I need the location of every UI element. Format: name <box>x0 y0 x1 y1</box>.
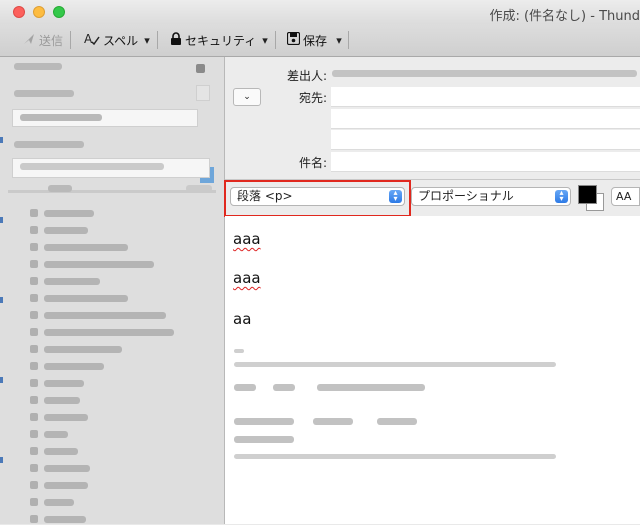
text-color-button[interactable] <box>578 185 597 204</box>
from-label: 差出人: <box>286 69 327 83</box>
subject-input[interactable] <box>331 152 640 172</box>
signature-text <box>234 418 294 425</box>
sidebar-heading <box>14 63 62 70</box>
security-button[interactable]: セキュリティ <box>170 30 256 50</box>
signature-text <box>377 418 417 425</box>
spell-label: スペル <box>103 33 139 48</box>
security-dropdown-arrow[interactable]: ▾ <box>259 30 271 50</box>
signature-text <box>234 384 256 391</box>
window-title: 作成: (件名なし) - Thund <box>489 9 640 24</box>
window-edge-marker <box>0 377 3 383</box>
font-select[interactable]: プロポーショナル ▴ ▾ <box>411 187 571 206</box>
contacts-sidebar <box>0 57 225 524</box>
save-dropdown-arrow[interactable]: ▾ <box>333 30 345 50</box>
signature-rule <box>234 454 556 459</box>
font-value: プロポーショナル <box>418 189 514 203</box>
lock-icon <box>170 31 182 49</box>
contact-search-placeholder <box>20 163 164 170</box>
body-paragraph: aaa <box>233 230 261 248</box>
window-edge-marker <box>0 217 3 223</box>
to-label[interactable]: 宛先: <box>247 89 327 106</box>
address-book-dropdown[interactable] <box>196 85 210 101</box>
spell-button[interactable]: A スペル <box>84 30 138 50</box>
signature-rule <box>234 362 556 367</box>
security-label: セキュリティ <box>185 33 257 48</box>
address-book-label <box>14 90 74 97</box>
save-icon <box>286 31 301 48</box>
toolbar-separator <box>275 31 276 49</box>
window-zoom-button[interactable] <box>53 6 65 18</box>
title-bar: 作成: (件名なし) - Thund <box>0 0 640 24</box>
signature-text <box>234 436 294 443</box>
recipient-input-2[interactable] <box>331 109 640 129</box>
font-size-label: AA <box>616 190 632 203</box>
window-minimize-button[interactable] <box>33 6 45 18</box>
to-input[interactable] <box>331 87 640 107</box>
signature-text <box>273 384 295 391</box>
window-close-button[interactable] <box>13 6 25 18</box>
window-edge-marker <box>0 457 3 463</box>
subject-label: 件名: <box>298 156 327 170</box>
body-paragraph: aa <box>233 310 252 328</box>
from-identity-select[interactable] <box>332 70 637 77</box>
address-book-value <box>20 114 102 121</box>
search-label <box>14 141 84 148</box>
toolbar-separator <box>70 31 71 49</box>
highlight-annotation <box>224 180 411 217</box>
toolbar-separator <box>157 31 158 49</box>
recipient-input-3[interactable] <box>331 130 640 150</box>
spellcheck-icon: A <box>84 32 100 49</box>
spell-dropdown-arrow[interactable]: ▾ <box>141 30 153 50</box>
select-stepper-icon: ▴ ▾ <box>555 189 568 203</box>
message-body-editor[interactable]: aaa aaa aa <box>225 216 640 524</box>
signature-text <box>313 418 353 425</box>
column-header-options[interactable] <box>186 185 212 192</box>
send-button[interactable]: 送信 <box>22 30 63 50</box>
body-paragraph: aaa <box>233 269 261 287</box>
column-header-name[interactable] <box>48 185 72 192</box>
save-button[interactable]: 保存 <box>286 30 328 50</box>
toolbar-separator <box>348 31 349 49</box>
column-header-divider <box>8 190 216 193</box>
signature-separator <box>234 349 244 353</box>
svg-text:A: A <box>84 32 93 46</box>
window-edge-marker <box>0 137 3 143</box>
compose-headers: 差出人: ⌄ 宛先: 件名: <box>225 57 640 179</box>
font-size-button[interactable]: AA <box>611 187 640 206</box>
send-label: 送信 <box>39 33 64 48</box>
sidebar-close-icon[interactable] <box>196 64 205 73</box>
signature-text <box>317 384 425 391</box>
send-icon <box>22 32 36 49</box>
save-label: 保存 <box>303 33 328 48</box>
compose-toolbar: 送信 A スペル ▾ セキュリティ ▾ 保存 ▾ <box>0 24 640 57</box>
window-edge-marker <box>0 297 3 303</box>
